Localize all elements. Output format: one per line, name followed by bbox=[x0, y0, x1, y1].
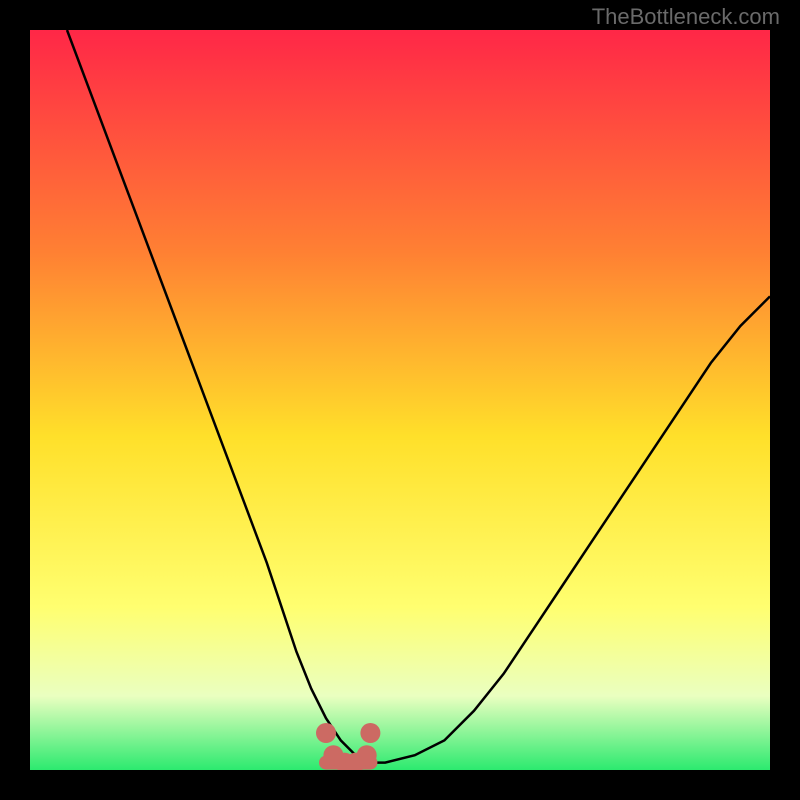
gradient-background bbox=[30, 30, 770, 770]
optimal-marker bbox=[316, 723, 336, 743]
chart-frame bbox=[30, 30, 770, 770]
optimal-marker bbox=[360, 723, 380, 743]
bottleneck-chart bbox=[30, 30, 770, 770]
optimal-marker bbox=[357, 745, 377, 765]
attribution-text: TheBottleneck.com bbox=[592, 4, 780, 30]
